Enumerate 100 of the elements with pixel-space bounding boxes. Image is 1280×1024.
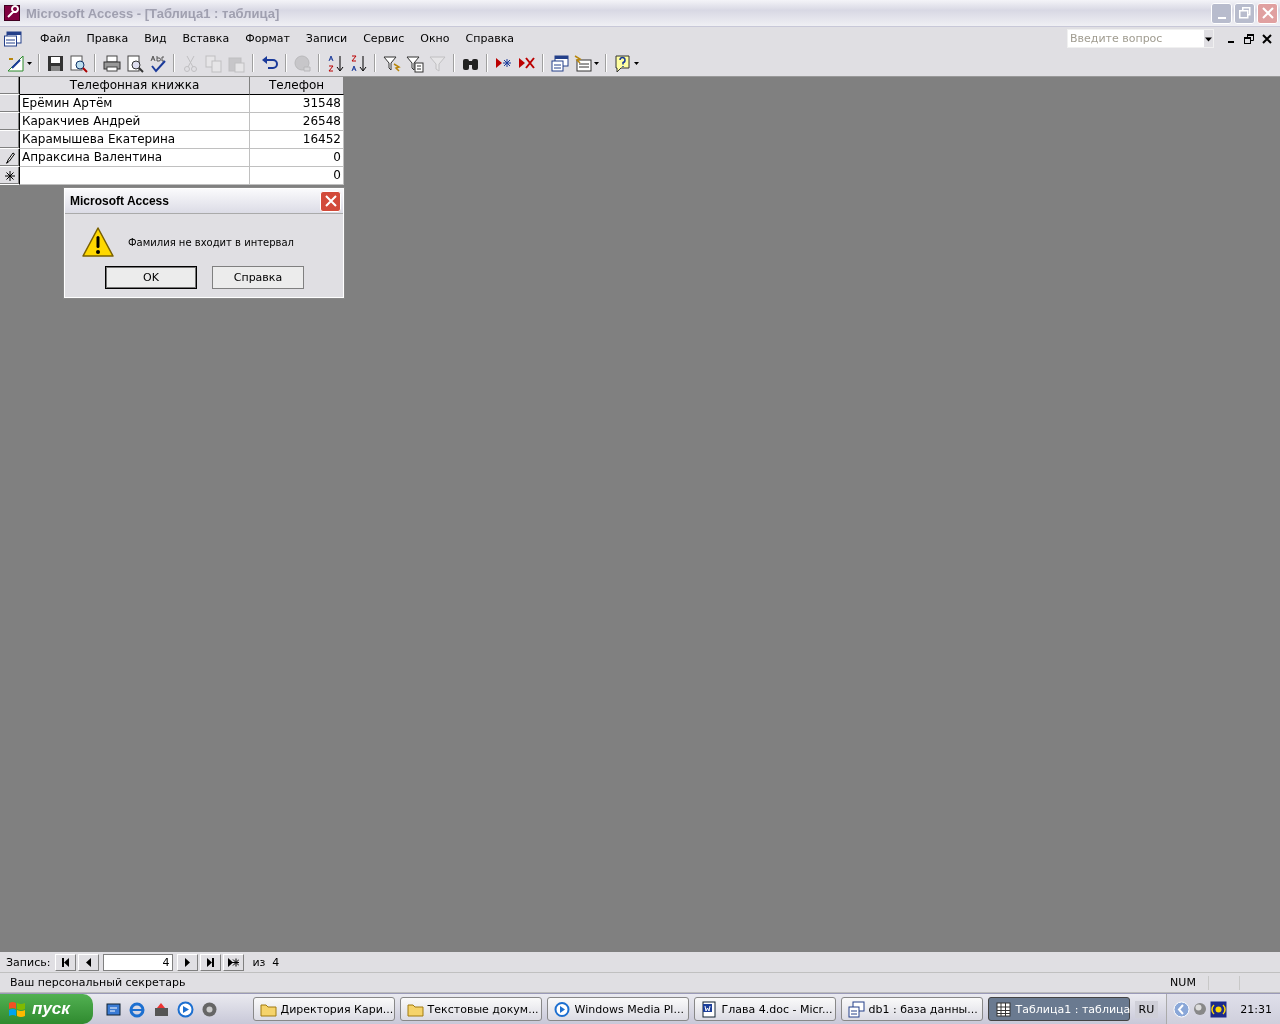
menu-item[interactable]: Сервис bbox=[355, 32, 413, 45]
menu-item[interactable]: Окно bbox=[412, 32, 458, 45]
menu-item[interactable]: Файл bbox=[32, 32, 79, 45]
taskbar-button[interactable]: Таблица1 : таблица bbox=[987, 997, 1130, 1021]
dialog-button[interactable]: Справка bbox=[212, 266, 304, 289]
warning-icon bbox=[82, 226, 114, 258]
printer-button[interactable] bbox=[100, 52, 123, 74]
corner-selector[interactable] bbox=[0, 77, 20, 95]
new-object-icon bbox=[573, 53, 592, 73]
table-cell[interactable] bbox=[20, 167, 250, 185]
first-record-button[interactable] bbox=[55, 953, 77, 971]
new-record-icon bbox=[228, 957, 240, 967]
close-icon bbox=[324, 195, 337, 207]
record-number-field[interactable]: 4 bbox=[103, 953, 174, 971]
status-text: Ваш персональный секретарь bbox=[10, 976, 186, 989]
dialog-message: Фамилия не входит в интервал bbox=[128, 236, 294, 248]
dialog-button[interactable]: OK bbox=[105, 266, 197, 289]
speaker-icon[interactable] bbox=[1193, 1002, 1208, 1016]
last-record-button[interactable] bbox=[200, 953, 222, 971]
language-indicator[interactable]: RU bbox=[1134, 1000, 1159, 1018]
new-record-button[interactable] bbox=[223, 953, 245, 971]
media-player-icon bbox=[553, 1000, 571, 1018]
table-cell[interactable]: 0 bbox=[250, 149, 344, 167]
table-cell[interactable]: Карамышева Екатерина bbox=[20, 131, 250, 149]
table-cell[interactable]: Апраксина Валентина bbox=[20, 149, 250, 167]
row-selector[interactable] bbox=[0, 131, 20, 149]
column-header[interactable]: Телефон bbox=[250, 77, 344, 95]
close-document-button[interactable] bbox=[1261, 32, 1273, 45]
dropdown-arrow-icon[interactable] bbox=[634, 61, 639, 65]
next-record-button[interactable] bbox=[177, 953, 199, 971]
dropdown-arrow-icon[interactable] bbox=[27, 61, 32, 65]
help-icon bbox=[613, 53, 632, 73]
question-input[interactable]: Введите вопрос bbox=[1068, 32, 1204, 45]
media-player-icon[interactable] bbox=[177, 1000, 195, 1018]
record-count: из 4 bbox=[252, 955, 280, 969]
menu-item[interactable]: Вставка bbox=[174, 32, 238, 45]
dialog-title: Microsoft Access bbox=[70, 194, 170, 208]
table-cell[interactable]: 0 bbox=[250, 167, 344, 185]
desktop-icon[interactable] bbox=[105, 1000, 123, 1018]
clock: 21:31 bbox=[1240, 1002, 1272, 1016]
sort-ascending-icon bbox=[326, 53, 345, 73]
table-cell[interactable]: 26548 bbox=[250, 113, 344, 131]
menu-item[interactable]: Формат bbox=[237, 32, 298, 45]
filter-form-icon bbox=[405, 53, 424, 73]
app-key-icon bbox=[4, 5, 20, 21]
design-view-icon bbox=[6, 53, 25, 73]
minimize-icon bbox=[1217, 16, 1226, 19]
column-header[interactable]: Телефонная книжка bbox=[20, 77, 250, 95]
num-lock-indicator: NUM bbox=[1169, 976, 1197, 989]
taskbar-button[interactable]: Windows Media Pl... bbox=[546, 997, 689, 1021]
row-selector[interactable] bbox=[0, 113, 20, 131]
table-cell[interactable]: 31548 bbox=[250, 95, 344, 113]
database-window-button[interactable] bbox=[548, 52, 571, 74]
copy-icon bbox=[204, 53, 223, 73]
table-cell[interactable]: Ерёмин Артём bbox=[20, 95, 250, 113]
pencil-icon bbox=[4, 151, 15, 164]
taskbar-button[interactable]: Текстовые докум... bbox=[399, 997, 542, 1021]
dropdown-arrow-icon[interactable] bbox=[594, 61, 599, 65]
row-selector[interactable] bbox=[0, 149, 20, 167]
restore-document-button[interactable] bbox=[1243, 32, 1255, 45]
network-icon[interactable] bbox=[1210, 1000, 1228, 1018]
row-selector[interactable] bbox=[0, 167, 20, 185]
file-search-button[interactable] bbox=[67, 52, 90, 74]
database-window-icon bbox=[847, 1000, 865, 1018]
database-window-icon bbox=[550, 53, 569, 73]
last-record-icon bbox=[205, 957, 217, 967]
filter-selection-icon bbox=[382, 53, 401, 73]
document-window-icon bbox=[4, 30, 22, 47]
taskbar-button[interactable]: Глава 4.doc - Micr... bbox=[693, 997, 836, 1021]
browser-icon[interactable] bbox=[129, 1000, 147, 1018]
file-search-icon bbox=[69, 53, 88, 73]
previous-record-button[interactable] bbox=[78, 953, 100, 971]
print-preview-icon bbox=[125, 53, 144, 73]
table-icon bbox=[994, 1000, 1012, 1018]
first-record-icon bbox=[60, 957, 72, 967]
menu-item[interactable]: Правка bbox=[78, 32, 137, 45]
spelling-check-icon bbox=[148, 53, 167, 73]
windows-logo-icon bbox=[8, 1000, 26, 1018]
menu-item[interactable]: Вид bbox=[136, 32, 175, 45]
asterisk-icon bbox=[4, 170, 15, 181]
disc-icon[interactable] bbox=[201, 1000, 219, 1018]
menu-item[interactable]: Записи bbox=[297, 32, 356, 45]
taskbar-button[interactable]: db1 : база данны... bbox=[840, 997, 983, 1021]
scissors-icon bbox=[181, 53, 200, 73]
close-icon bbox=[1261, 7, 1274, 19]
printer-icon bbox=[102, 53, 121, 73]
globe-link-icon bbox=[293, 53, 312, 73]
row-selector[interactable] bbox=[0, 95, 20, 113]
window-title: Microsoft Access - [Таблица1 : таблица] bbox=[26, 5, 280, 21]
table-cell[interactable]: Каракчиев Андрей bbox=[20, 113, 250, 131]
sort-descending-icon bbox=[349, 53, 368, 73]
record-label: Запись: bbox=[6, 955, 51, 969]
menu-item[interactable]: Справка bbox=[457, 32, 522, 45]
funnel-icon bbox=[428, 53, 447, 73]
close-button[interactable] bbox=[320, 190, 341, 212]
table-cell[interactable]: 16452 bbox=[250, 131, 344, 149]
document-icon bbox=[700, 1000, 718, 1018]
taskbar-button[interactable]: Директория Кари... bbox=[252, 997, 395, 1021]
question-field[interactable]: Введите вопрос bbox=[1067, 29, 1214, 48]
restore-icon bbox=[1238, 7, 1251, 19]
